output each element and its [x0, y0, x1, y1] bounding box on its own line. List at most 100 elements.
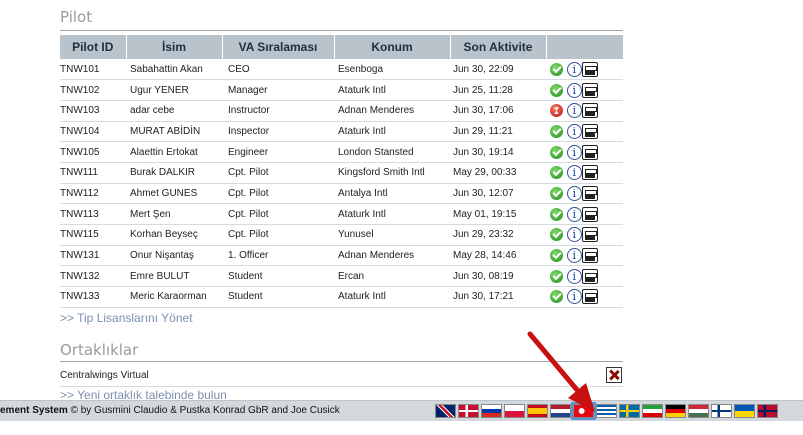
flag-da-icon[interactable]: [458, 404, 479, 418]
info-icon[interactable]: i: [566, 248, 582, 264]
pilot-name-cell[interactable]: Onur Nişantaş: [126, 245, 222, 267]
column-header-last-activity[interactable]: Son Aktivite: [450, 35, 547, 59]
pilot-id-cell[interactable]: TNW101: [60, 59, 126, 81]
table-row: TNW115 Korhan Beyseç Cpt. Pilot Yunusel Jun …: [60, 224, 623, 246]
pilot-name-cell[interactable]: Meric Karaorman: [126, 286, 222, 308]
pilot-id-cell[interactable]: TNW103: [60, 100, 126, 122]
partners-section-divider: [60, 361, 623, 362]
table-row: TNW101 Sabahattin Akan CEO Esenboga Jun 30, …: [60, 59, 623, 81]
pilot-id-cell[interactable]: TNW131: [60, 245, 126, 267]
pilot-section-title: Pilot: [60, 8, 93, 26]
pilot-activity-cell: May 01, 19:15: [450, 203, 546, 225]
pilot-actions-cell: i: [546, 203, 623, 225]
pilot-activity-cell: Jun 30, 19:14: [450, 141, 546, 163]
info-icon[interactable]: i: [566, 165, 582, 181]
pilot-activity-cell: Jun 30, 22:09: [450, 59, 546, 81]
pilot-id-cell[interactable]: TNW102: [60, 79, 126, 101]
partners-section-title: Ortaklıklar: [60, 341, 139, 359]
pilot-actions-cell: i: [546, 224, 623, 246]
pilot-name-cell[interactable]: Ugur YENER: [126, 79, 222, 101]
pilot-id-cell[interactable]: TNW104: [60, 121, 126, 143]
print-icon[interactable]: [581, 82, 598, 98]
pilot-id-cell[interactable]: TNW113: [60, 203, 126, 225]
pilot-name-cell[interactable]: Ahmet GUNES: [126, 183, 222, 205]
pilot-name-cell[interactable]: Mert Şen: [126, 203, 222, 225]
status-online-icon: [550, 269, 563, 283]
flag-nl-icon[interactable]: [550, 404, 571, 418]
column-header-pilot-id[interactable]: Pilot ID: [60, 35, 127, 59]
flag-fi-icon[interactable]: [711, 404, 732, 418]
print-icon[interactable]: [581, 61, 598, 77]
pilot-activity-cell: Jun 29, 11:21: [450, 121, 546, 143]
print-icon[interactable]: [581, 185, 598, 201]
pilot-actions-cell: i: [546, 79, 623, 101]
flag-ru-icon[interactable]: [481, 404, 502, 418]
status-offline-icon: [550, 104, 563, 118]
delete-partner-icon[interactable]: [606, 367, 622, 383]
flag-tr-icon[interactable]: [571, 402, 596, 420]
info-icon[interactable]: i: [566, 289, 582, 305]
pilot-actions-cell: i: [546, 121, 623, 143]
print-icon[interactable]: [581, 268, 598, 284]
info-icon[interactable]: i: [566, 206, 582, 222]
table-row: TNW113 Mert Şen Cpt. Pilot Ataturk Intl May …: [60, 203, 623, 225]
pilot-id-cell[interactable]: TNW115: [60, 224, 126, 246]
partner-name[interactable]: Centralwings Virtual: [60, 370, 149, 381]
flag-hu-icon[interactable]: [688, 404, 709, 418]
pilot-rank-cell: Cpt. Pilot: [222, 183, 334, 205]
info-icon[interactable]: i: [566, 103, 582, 119]
pilot-name-cell[interactable]: Burak DALKIR: [126, 162, 222, 184]
pilot-name-cell[interactable]: Korhan Beyseç: [126, 224, 222, 246]
pilot-id-cell[interactable]: TNW112: [60, 183, 126, 205]
pilot-location-cell: Adnan Menderes: [334, 100, 450, 122]
column-header-rank[interactable]: VA Sıralaması: [222, 35, 335, 59]
print-icon[interactable]: [581, 206, 598, 222]
pilot-name-cell[interactable]: Emre BULUT: [126, 265, 222, 288]
pilot-location-cell: Ataturk Intl: [334, 286, 450, 308]
info-icon[interactable]: i: [566, 185, 582, 201]
print-icon[interactable]: [581, 123, 598, 139]
flag-ir-icon[interactable]: [642, 404, 663, 418]
pilot-name-cell[interactable]: Alaettin Ertokat: [126, 141, 222, 163]
info-icon[interactable]: i: [566, 227, 582, 243]
pilot-name-cell[interactable]: Sabahattin Akan: [126, 59, 222, 81]
flag-en-icon[interactable]: [435, 404, 456, 418]
table-row: TNW105 Alaettin Ertokat Engineer London Sta…: [60, 141, 623, 163]
pilot-activity-cell: Jun 29, 23:32: [450, 224, 546, 246]
pilot-actions-cell: i: [546, 265, 623, 288]
print-icon[interactable]: [581, 165, 598, 181]
flag-es-icon[interactable]: [527, 404, 548, 418]
pilot-id-cell[interactable]: TNW133: [60, 286, 126, 308]
flag-gr-icon[interactable]: [596, 404, 617, 418]
pilot-id-cell[interactable]: TNW132: [60, 265, 126, 288]
print-icon[interactable]: [581, 227, 598, 243]
manage-type-ratings-link[interactable]: >> Tip Lisanslarını Yönet: [60, 311, 193, 325]
pilot-id-cell[interactable]: TNW111: [60, 162, 126, 184]
pilot-id-cell[interactable]: TNW105: [60, 141, 126, 163]
pilot-table-header: Pilot ID İsim VA Sıralaması Konum Son Ak…: [60, 35, 624, 59]
column-header-name[interactable]: İsim: [126, 35, 223, 59]
footer-bar: ement System © by Gusmini Claudio & Pust…: [0, 400, 803, 421]
column-header-location[interactable]: Konum: [334, 35, 451, 59]
flag-de-icon[interactable]: [665, 404, 686, 418]
print-icon[interactable]: [581, 248, 598, 264]
flag-ua-icon[interactable]: [734, 404, 755, 418]
pilot-location-cell: Ataturk Intl: [334, 121, 450, 143]
pilot-name-cell[interactable]: MURAT ABİDİN: [126, 121, 222, 143]
pilot-actions-cell: i: [546, 245, 623, 267]
flag-pl-icon[interactable]: [504, 404, 525, 418]
flag-se-icon[interactable]: [619, 404, 640, 418]
info-icon[interactable]: i: [566, 61, 582, 77]
pilot-actions-cell: i: [546, 183, 623, 205]
info-icon[interactable]: i: [566, 82, 582, 98]
pilot-rank-cell: Cpt. Pilot: [222, 162, 334, 184]
print-icon[interactable]: [581, 144, 598, 160]
pilot-name-cell[interactable]: adar cebe: [126, 100, 222, 122]
info-icon[interactable]: i: [566, 144, 582, 160]
print-icon[interactable]: [581, 289, 598, 305]
status-online-icon: [550, 83, 563, 97]
flag-no-icon[interactable]: [757, 404, 778, 418]
info-icon[interactable]: i: [566, 268, 582, 284]
info-icon[interactable]: i: [566, 123, 582, 139]
print-icon[interactable]: [581, 103, 598, 119]
